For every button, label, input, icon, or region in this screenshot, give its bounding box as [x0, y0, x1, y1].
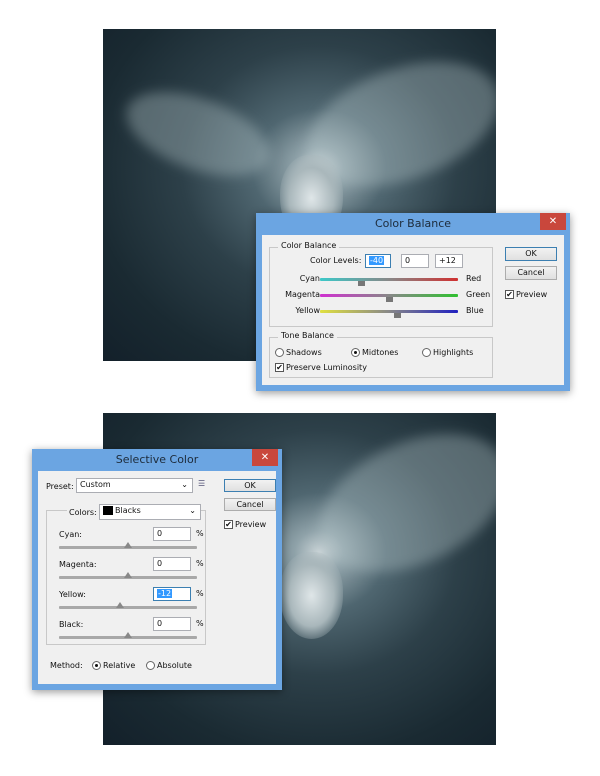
slider-value-input[interactable]: -12 — [153, 587, 191, 601]
slider-right-label: Blue — [466, 306, 484, 315]
preset-dropdown[interactable]: Custom ⌄ — [76, 478, 193, 493]
black-swatch-icon — [103, 506, 113, 515]
group-label: Color Balance — [278, 241, 340, 250]
slider-label: Yellow: — [59, 590, 86, 599]
slider-thumb[interactable] — [394, 313, 402, 318]
color-balance-group: Color Balance Color Levels: -40 0 +12 Cy… — [269, 241, 493, 327]
slider-left-label: Magenta — [285, 290, 320, 299]
color-levels-label: Color Levels: — [310, 256, 362, 265]
close-button[interactable]: ✕ — [540, 213, 566, 230]
radio-midtones[interactable]: Midtones — [351, 348, 398, 357]
colors-group: Colors: Blacks ⌄ Cyan: 0 % Magenta: 0 % Y… — [46, 504, 206, 645]
color-slider-track[interactable] — [320, 310, 458, 318]
slider-track[interactable] — [59, 602, 197, 609]
radio-relative[interactable]: Relative — [92, 661, 135, 670]
slider-value-input[interactable]: 0 — [153, 527, 191, 541]
slider-track[interactable] — [59, 572, 197, 579]
slider-left-label: Cyan — [299, 274, 320, 283]
title-bar[interactable]: Selective Color ✕ — [32, 449, 282, 471]
level-3-input[interactable]: +12 — [435, 254, 463, 268]
ok-button[interactable]: OK — [505, 247, 557, 261]
cancel-button[interactable]: Cancel — [505, 266, 557, 280]
slider-track[interactable] — [59, 632, 197, 639]
chevron-down-icon: ⌄ — [189, 506, 196, 515]
title-bar[interactable]: Color Balance ✕ — [256, 213, 570, 235]
preset-label: Preset: — [46, 482, 74, 491]
radio-absolute[interactable]: Absolute — [146, 661, 192, 670]
level-1-input[interactable]: -40 — [365, 254, 391, 268]
close-button[interactable]: ✕ — [252, 449, 278, 466]
dialog-title: Color Balance — [374, 217, 452, 230]
slider-track[interactable] — [59, 542, 197, 549]
slider-thumb[interactable] — [115, 602, 124, 608]
slider-thumb[interactable] — [358, 281, 366, 286]
slider-right-label: Red — [466, 274, 482, 283]
radio-highlights[interactable]: Highlights — [422, 348, 473, 357]
slider-thumb[interactable] — [386, 297, 393, 302]
chevron-down-icon: ⌄ — [181, 480, 188, 489]
tone-balance-group: Tone Balance Shadows Midtones Highlights… — [269, 331, 493, 378]
slider-thumb[interactable] — [124, 632, 132, 638]
percent-label: % — [196, 589, 204, 598]
selective-color-dialog: Selective Color ✕ Preset: Custom ⌄ ☰ Colo… — [32, 449, 282, 690]
slider-right-label: Green — [466, 290, 491, 299]
cancel-button[interactable]: Cancel — [224, 498, 276, 511]
level-2-input[interactable]: 0 — [401, 254, 429, 268]
percent-label: % — [196, 529, 204, 538]
colors-label: Colors: — [67, 508, 99, 517]
preview-checkbox[interactable]: ✔ Preview — [224, 520, 266, 529]
slider-value-input[interactable]: 0 — [153, 617, 191, 631]
color-slider-track[interactable] — [320, 278, 458, 286]
colors-dropdown[interactable]: Blacks ⌄ — [99, 504, 201, 520]
preserve-luminosity-checkbox[interactable]: ✔ Preserve Luminosity — [275, 363, 367, 372]
color-slider-track[interactable] — [320, 294, 458, 302]
percent-label: % — [196, 559, 204, 568]
group-label: Tone Balance — [278, 331, 337, 340]
ok-button[interactable]: OK — [224, 479, 276, 492]
color-balance-dialog: Color Balance ✕ Color Balance Color Leve… — [256, 213, 570, 391]
slider-label: Cyan: — [59, 530, 82, 539]
dialog-title: Selective Color — [115, 453, 199, 466]
slider-label: Magenta: — [59, 560, 97, 569]
slider-value-input[interactable]: 0 — [153, 557, 191, 571]
radio-shadows[interactable]: Shadows — [275, 348, 322, 357]
preset-options-icon[interactable]: ☰ — [198, 479, 205, 488]
percent-label: % — [196, 619, 204, 628]
slider-thumb[interactable] — [124, 542, 132, 548]
slider-left-label: Yellow — [295, 306, 320, 315]
slider-thumb[interactable] — [124, 572, 132, 578]
slider-label: Black: — [59, 620, 84, 629]
preview-checkbox[interactable]: ✔ Preview — [505, 290, 547, 299]
method-label: Method: — [50, 661, 83, 670]
